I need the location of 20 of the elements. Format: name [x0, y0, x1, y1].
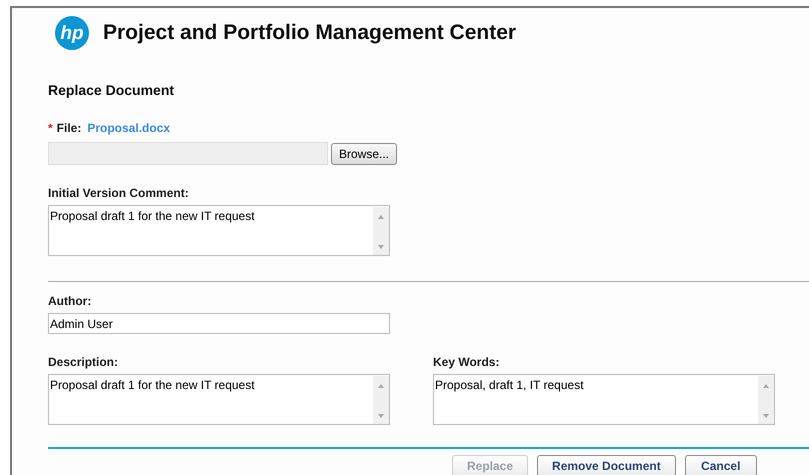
browse-button[interactable]: Browse...: [331, 142, 398, 164]
scrollbar-icon[interactable]: [373, 207, 389, 255]
file-label: File:: [56, 120, 82, 137]
author-field[interactable]: Admin User: [48, 313, 390, 334]
app-title: Project and Portfolio Management Center: [103, 20, 516, 46]
keywords-field[interactable]: Proposal, draft 1, IT request: [433, 374, 775, 425]
description-label: Description:: [48, 354, 118, 371]
scrollbar-icon[interactable]: [758, 376, 774, 424]
action-button[interactable]: Remove Document: [537, 455, 676, 475]
comment-label: Initial Version Comment:: [48, 185, 189, 202]
action-button[interactable]: Cancel: [684, 455, 757, 475]
required-mark: *: [48, 120, 53, 137]
scrollbar-icon[interactable]: [373, 376, 389, 424]
form-heading: Replace Document: [48, 81, 174, 100]
file-path-field[interactable]: [48, 142, 328, 165]
comment-field[interactable]: Proposal draft 1 for the new IT request: [48, 205, 390, 256]
keywords-label: Key Words:: [433, 354, 500, 371]
author-label: Author:: [48, 293, 92, 310]
description-field[interactable]: Proposal draft 1 for the new IT request: [48, 374, 390, 425]
logo-icon: hp: [55, 16, 89, 50]
